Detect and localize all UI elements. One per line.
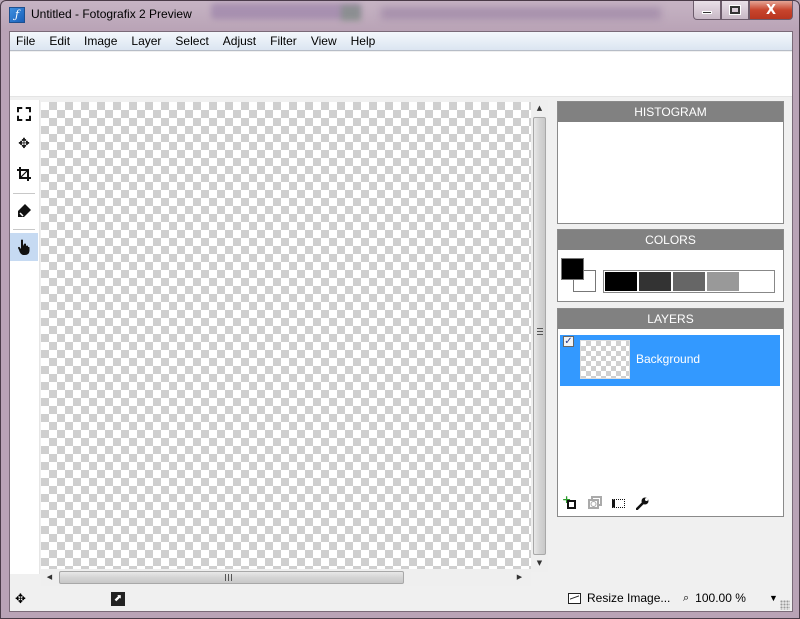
- menu-image[interactable]: Image: [77, 32, 124, 51]
- duplicate-layer-icon: [587, 496, 602, 509]
- app-icon: ƒ: [9, 7, 25, 23]
- layer-properties-button[interactable]: [610, 496, 626, 510]
- layer-name: Background: [636, 352, 701, 366]
- color-palette: [603, 270, 775, 293]
- paint-icon: [18, 204, 31, 217]
- title-bar[interactable]: ƒ Untitled - Fotografix 2 Preview X: [1, 1, 800, 31]
- histogram-header: HISTOGRAM: [558, 102, 783, 122]
- move-tool[interactable]: ✥: [10, 130, 38, 158]
- layer-tools: +: [562, 493, 650, 510]
- menu-select[interactable]: Select: [168, 32, 215, 51]
- app-window: ƒ Untitled - Fotografix 2 Preview X File…: [0, 0, 800, 619]
- menu-file[interactable]: File: [10, 32, 42, 51]
- horizontal-scroll-thumb[interactable]: [59, 571, 404, 584]
- hand-icon: [18, 239, 30, 255]
- crop-tool[interactable]: [10, 160, 38, 188]
- menu-layer[interactable]: Layer: [124, 32, 168, 51]
- layers-panel: LAYERS ✓ Background +: [557, 308, 784, 517]
- layers-header: LAYERS: [558, 309, 783, 329]
- close-icon: X: [765, 2, 777, 18]
- image-icon: [568, 592, 581, 604]
- zoom-icon: ⌕: [683, 591, 690, 604]
- scroll-down-button[interactable]: ▼: [531, 555, 548, 572]
- window-title: Untitled - Fotografix 2 Preview: [31, 7, 192, 21]
- resize-image-button[interactable]: Resize Image...: [568, 591, 670, 605]
- menu-adjust[interactable]: Adjust: [216, 32, 263, 51]
- image-canvas[interactable]: [41, 102, 531, 569]
- duplicate-layer-button[interactable]: [586, 496, 602, 510]
- horizontal-scrollbar[interactable]: ◀ ▶: [41, 569, 531, 586]
- histogram-panel: HISTOGRAM: [557, 101, 784, 224]
- background-blur: [211, 3, 361, 19]
- vertical-scroll-thumb[interactable]: [533, 117, 546, 555]
- layer-item[interactable]: ✓ Background: [560, 335, 780, 386]
- crop-icon: [17, 167, 31, 181]
- zoom-dropdown-button[interactable]: ▼: [769, 593, 778, 603]
- add-layer-button[interactable]: +: [562, 493, 578, 510]
- minimize-icon: [702, 10, 712, 14]
- layer-properties-icon: [611, 498, 625, 508]
- colors-panel: COLORS: [557, 229, 784, 302]
- move-icon: ✥: [18, 136, 30, 152]
- client-area: File Edit Image Layer Select Adjust Filt…: [9, 31, 793, 612]
- marquee-icon: [17, 107, 31, 121]
- menu-edit[interactable]: Edit: [42, 32, 77, 51]
- vertical-scrollbar[interactable]: ▲ ▼: [531, 100, 548, 572]
- maximize-icon: [729, 5, 741, 15]
- layer-settings-button[interactable]: [634, 496, 650, 510]
- minimize-button[interactable]: [693, 1, 721, 20]
- wrench-icon: [635, 497, 648, 510]
- background-blur: [381, 7, 661, 19]
- resize-image-label: Resize Image...: [587, 591, 671, 605]
- fit-to-window-button[interactable]: ⬈: [111, 592, 125, 606]
- zoom-value: 100.00 %: [695, 591, 746, 605]
- resize-grip[interactable]: [780, 600, 790, 610]
- tool-options-bar: [10, 52, 792, 97]
- tool-separator: [13, 193, 35, 194]
- menu-bar: File Edit Image Layer Select Adjust Filt…: [10, 32, 792, 51]
- hand-tool[interactable]: [10, 233, 38, 261]
- rectangle-select-tool[interactable]: [10, 100, 38, 128]
- palette-swatch[interactable]: [604, 271, 638, 292]
- layer-thumbnail: [580, 340, 630, 379]
- palette-swatch[interactable]: [638, 271, 672, 292]
- tool-separator: [13, 229, 35, 230]
- scroll-up-button[interactable]: ▲: [531, 100, 548, 117]
- menu-help[interactable]: Help: [344, 32, 383, 51]
- grip-icon: [225, 574, 232, 581]
- zoom-level: ⌕ 100.00 %: [683, 591, 746, 605]
- caption-buttons: X: [693, 1, 793, 21]
- scroll-left-button[interactable]: ◀: [41, 569, 58, 586]
- paint-bucket-tool[interactable]: [10, 197, 38, 225]
- close-button[interactable]: X: [749, 1, 793, 20]
- colors-header: COLORS: [558, 230, 783, 250]
- palette-swatch[interactable]: [706, 271, 740, 292]
- layer-visibility-checkbox[interactable]: ✓: [563, 336, 574, 347]
- palette-swatch[interactable]: [672, 271, 706, 292]
- menu-filter[interactable]: Filter: [263, 32, 304, 51]
- status-bar: ✥ ⬈ Resize Image... ⌕ 100.00 % ▼: [10, 588, 792, 612]
- maximize-button[interactable]: [721, 1, 749, 20]
- tools-palette: ✥: [10, 100, 40, 574]
- primary-color-swatch[interactable]: [561, 258, 584, 280]
- palette-swatch[interactable]: [740, 271, 774, 292]
- scroll-right-button[interactable]: ▶: [511, 569, 528, 586]
- move-icon: ✥: [15, 591, 26, 606]
- background-blur: [341, 5, 361, 21]
- menu-view[interactable]: View: [304, 32, 344, 51]
- add-layer-icon: [567, 500, 576, 509]
- grip-icon: [537, 328, 543, 337]
